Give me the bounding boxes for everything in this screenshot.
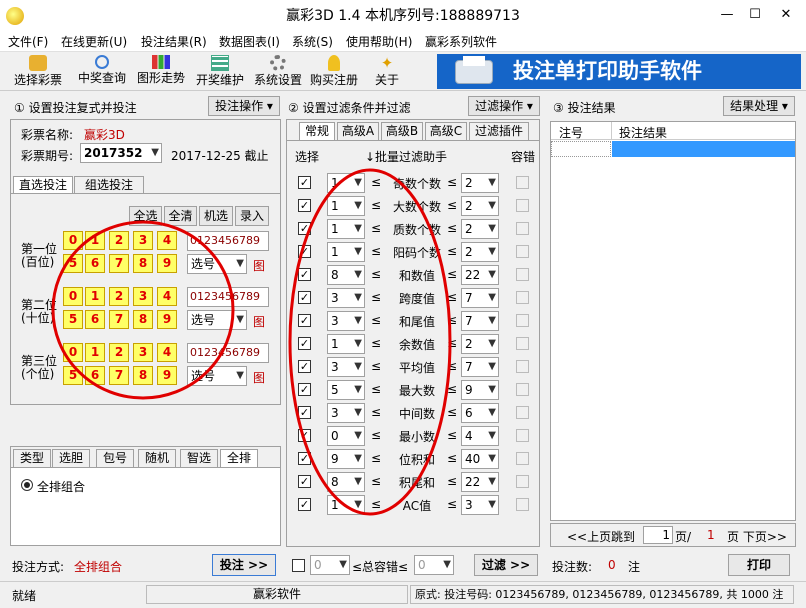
annotation-overlay xyxy=(51,168,452,516)
annotation-ellipse-filters xyxy=(288,168,452,516)
annotation-ellipse-numbers xyxy=(51,220,235,400)
